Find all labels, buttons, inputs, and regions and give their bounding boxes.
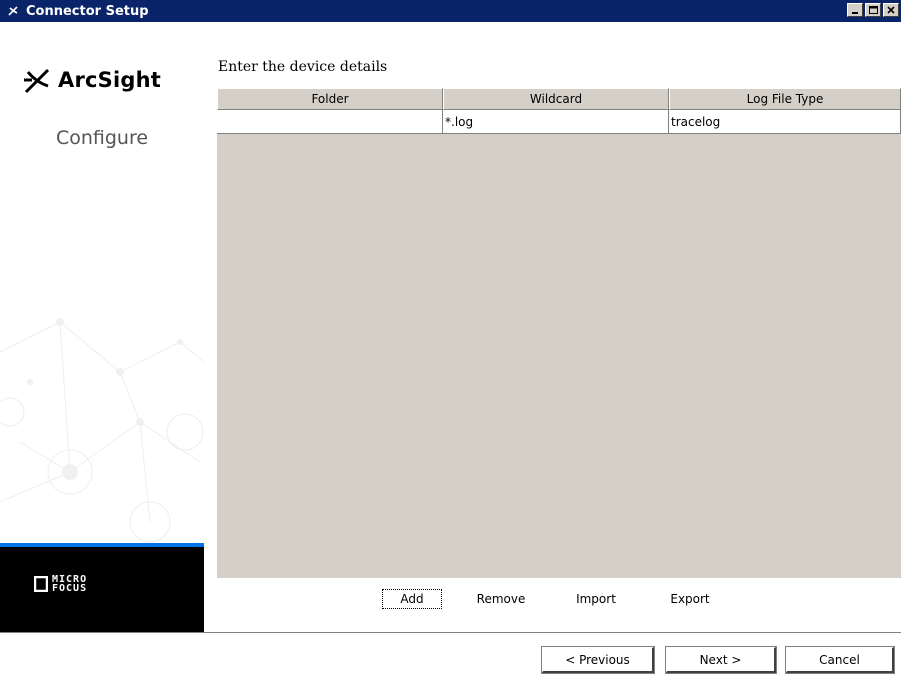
title-bar: Connector Setup (0, 0, 901, 22)
export-button[interactable]: Export (660, 589, 720, 609)
wizard-footer: < Previous Next > Cancel (0, 633, 901, 685)
arcsight-logo: ArcSight (22, 66, 161, 94)
step-label: Configure (55, 127, 149, 149)
arcsight-app-icon (6, 4, 20, 18)
maximize-button[interactable] (865, 3, 881, 17)
column-header-folder[interactable]: Folder (217, 88, 443, 110)
micro-focus-logo: MICRO FOCUS (34, 575, 88, 594)
close-button[interactable] (883, 3, 899, 17)
micro-focus-wordmark: MICRO FOCUS (52, 575, 88, 594)
arcsight-logo-icon (24, 68, 50, 94)
cancel-button[interactable]: Cancel (785, 646, 895, 674)
previous-button[interactable]: < Previous (541, 646, 655, 674)
table-header: Folder Wildcard Log File Type (217, 88, 901, 110)
main-panel: Enter the device details Folder Wildcard… (204, 22, 901, 632)
cell-log-file-type[interactable]: tracelog (669, 110, 901, 134)
network-background-graphic (0, 318, 204, 543)
next-button[interactable]: Next > (665, 646, 777, 674)
table-actions: Add Remove Import Export (204, 585, 901, 613)
window-title: Connector Setup (26, 3, 149, 19)
remove-button[interactable]: Remove (466, 589, 536, 609)
sidebar: ArcSight Configure MICRO FOCUS (0, 22, 204, 632)
column-header-log-file-type[interactable]: Log File Type (669, 88, 901, 110)
minimize-button[interactable] (847, 3, 863, 17)
add-button[interactable]: Add (382, 589, 442, 609)
vendor-panel (0, 547, 204, 632)
device-table[interactable]: Folder Wildcard Log File Type *.log trac… (217, 88, 901, 578)
micro-focus-mark-icon (34, 576, 48, 592)
close-icon (887, 6, 895, 14)
cell-wildcard[interactable]: *.log (443, 110, 669, 134)
import-button[interactable]: Import (566, 589, 626, 609)
table-row[interactable]: *.log tracelog (217, 110, 901, 134)
page-heading: Enter the device details (218, 59, 388, 75)
micro-focus-line-2: FOCUS (52, 583, 88, 594)
logo-text: ArcSight (58, 68, 162, 92)
window-controls (845, 3, 899, 17)
minimize-icon (852, 12, 858, 14)
column-header-wildcard[interactable]: Wildcard (443, 88, 669, 110)
maximize-icon (868, 6, 878, 14)
cell-folder[interactable] (217, 110, 443, 134)
